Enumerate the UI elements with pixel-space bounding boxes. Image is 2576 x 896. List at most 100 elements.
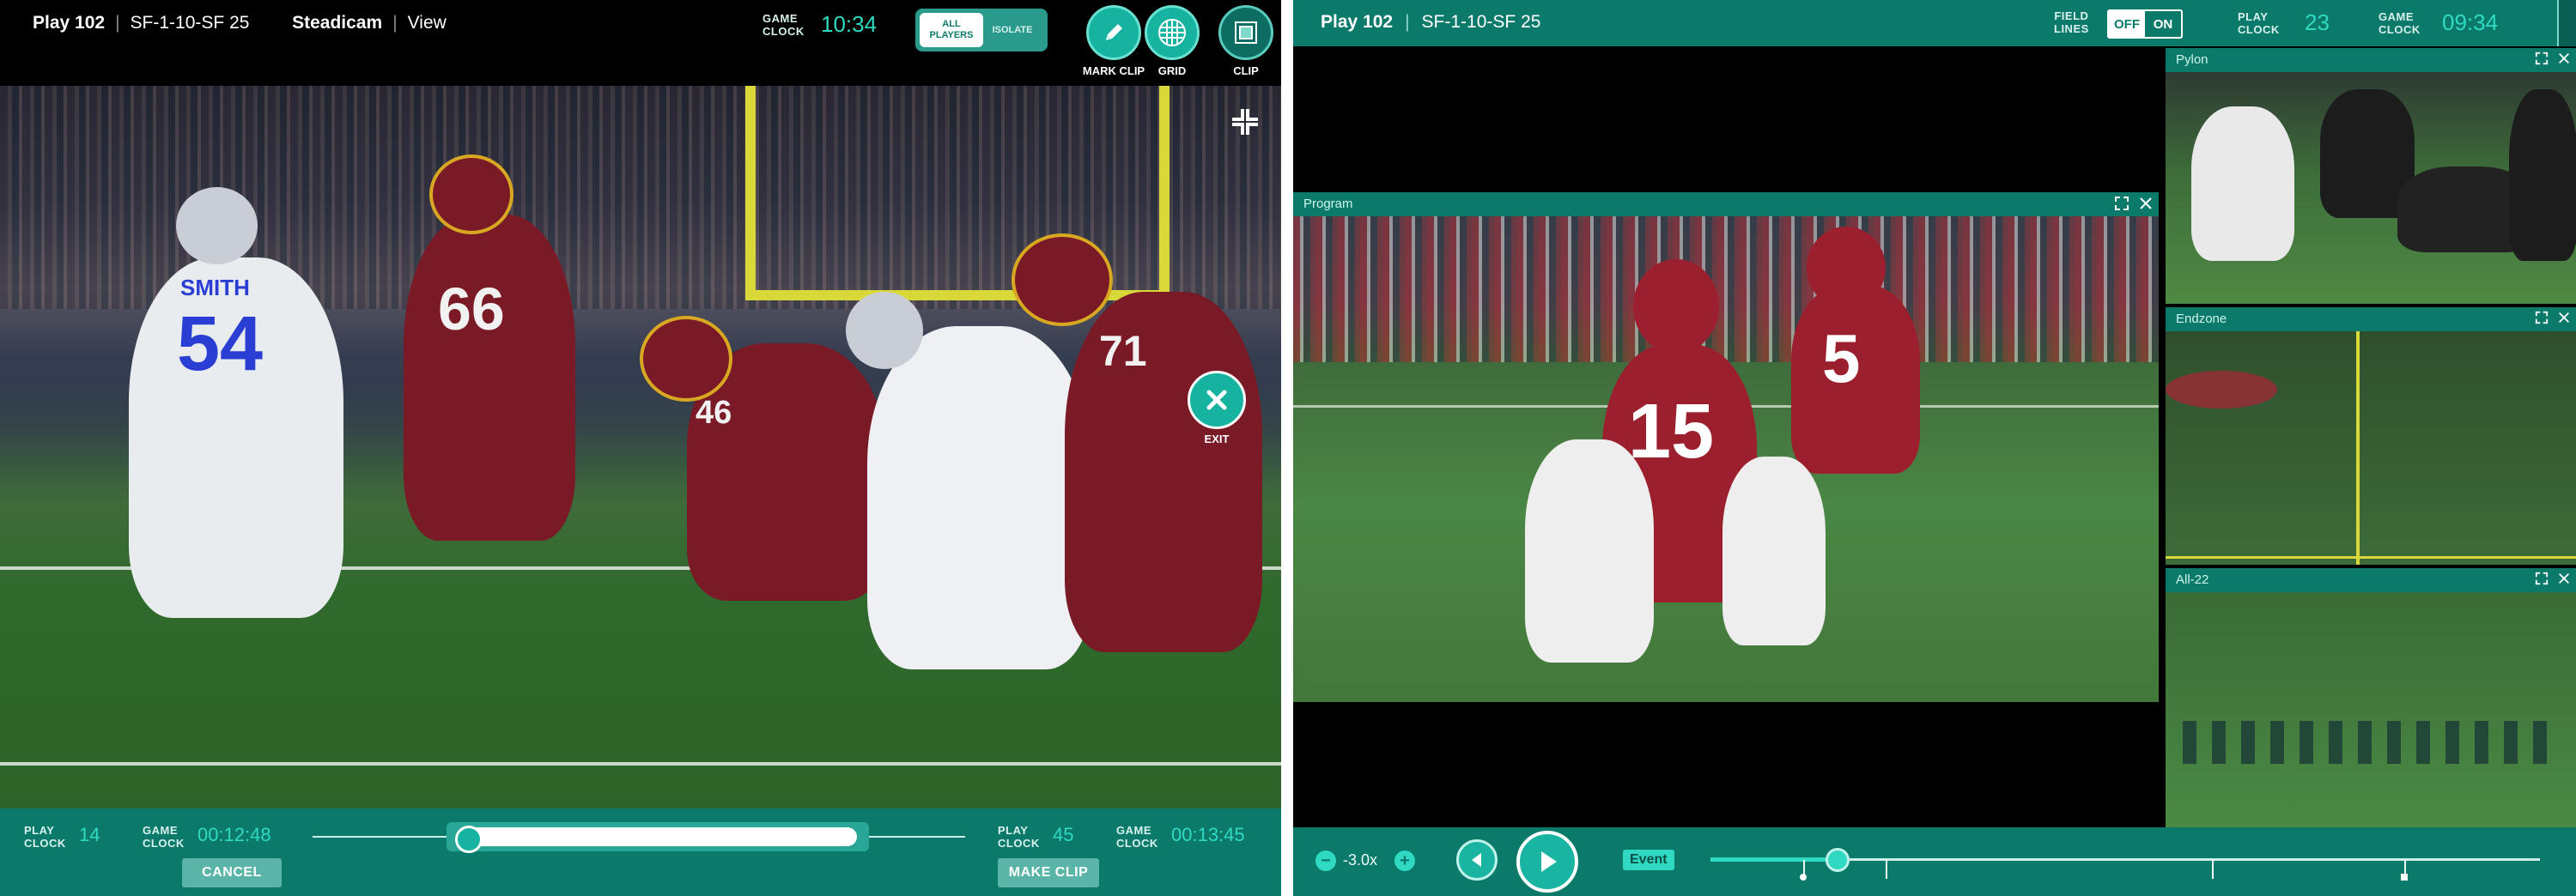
game-clock-value: 10:34 xyxy=(821,11,878,37)
step-back-button[interactable] xyxy=(1456,839,1498,881)
clip-trim-bar: PLAY CLOCK 14 GAME CLOCK 00:12:48 PLAY CLOC… xyxy=(0,808,1281,896)
field-lines-off-option[interactable]: OFF xyxy=(2109,11,2145,37)
timeline-marker[interactable] xyxy=(2212,860,2214,879)
expand-icon[interactable] xyxy=(2535,311,2549,324)
start-play-clock-value: 14 xyxy=(79,824,100,845)
camera-separator: | xyxy=(392,13,398,33)
player xyxy=(2191,106,2294,261)
play-title: Play 102 | SF-1-10-SF 25 Steadicam | View xyxy=(33,13,447,33)
all22-pane-title: All-22 xyxy=(2176,572,2209,587)
all-players-option[interactable]: ALL PLAYERS xyxy=(920,13,983,47)
play-number: Play 102 xyxy=(33,13,106,33)
player-alabama-5: 5 xyxy=(1791,285,1920,474)
isolate-option[interactable]: ISOLATE xyxy=(981,13,1044,47)
collapse-fullscreen-icon[interactable] xyxy=(1230,106,1261,137)
player-legs xyxy=(1722,457,1826,645)
playback-controls: − -3.0x + Event xyxy=(1293,827,2576,896)
play-number: Play 102 xyxy=(1321,12,1394,32)
side-drawer-handle[interactable] xyxy=(2557,0,2576,46)
playback-progress xyxy=(1710,857,1838,862)
play-situation: SF-1-10-SF 25 xyxy=(130,13,250,33)
close-icon[interactable] xyxy=(2557,311,2571,324)
mark-clip-button[interactable]: MARK CLIP xyxy=(1082,5,1145,77)
play-situation: SF-1-10-SF 25 xyxy=(1421,12,1541,32)
clip-editor-panel: Play 102 | SF-1-10-SF 25 Steadicam | View GA… xyxy=(0,0,1281,896)
end-game-clock-caption: GAME CLOCK xyxy=(1116,824,1158,850)
close-icon[interactable] xyxy=(2138,196,2154,211)
player-helmet xyxy=(1012,233,1113,326)
field-lines-caption: FIELD LINES xyxy=(2054,9,2089,35)
field-yard-line xyxy=(0,762,1281,766)
rewind-icon xyxy=(1472,853,1481,867)
close-icon[interactable] xyxy=(2557,51,2571,65)
expand-icon[interactable] xyxy=(2535,51,2549,65)
pylon-pane-title: Pylon xyxy=(2176,52,2208,67)
expand-icon[interactable] xyxy=(2114,196,2129,211)
clip-range-fill xyxy=(459,827,857,846)
expand-icon[interactable] xyxy=(2535,572,2549,585)
title-separator: | xyxy=(115,13,120,33)
start-game-clock-value: 00:12:48 xyxy=(197,824,271,845)
speed-decrease-button[interactable]: − xyxy=(1315,851,1336,871)
player-helmet xyxy=(176,187,258,264)
pencil-icon xyxy=(1086,5,1141,60)
exit-button[interactable]: EXIT xyxy=(1185,371,1249,445)
field-lines-toggle[interactable]: OFF ON xyxy=(2107,9,2183,39)
game-clock-value: 09:34 xyxy=(2442,9,2499,35)
play-clock-caption: PLAY CLOCK xyxy=(2238,10,2280,36)
clip-start-handle[interactable] xyxy=(455,826,483,853)
event-filter-button[interactable]: Event xyxy=(1623,850,1674,870)
program-video[interactable]: 15 5 xyxy=(1293,216,2159,702)
clip-icon xyxy=(1218,5,1273,60)
player-washington-66: 66 xyxy=(404,215,575,541)
steadicam-video[interactable]: SMITH 54 66 46 71 EXIT xyxy=(0,86,1281,808)
grid-button[interactable]: GRID xyxy=(1140,5,1204,77)
clip-editor-header: Play 102 | SF-1-10-SF 25 Steadicam | View GA… xyxy=(0,0,1281,86)
pylon-pane-header: Pylon xyxy=(2166,48,2576,72)
first-down-line xyxy=(2356,331,2360,565)
player-helmet xyxy=(846,292,923,369)
panel-divider xyxy=(1281,0,1293,896)
play-icon xyxy=(1541,851,1557,872)
timeline-marker-dot xyxy=(1800,874,1807,881)
multiview-header: Play 102 | SF-1-10-SF 25 FIELD LINES OFF ON… xyxy=(1293,0,2576,46)
player xyxy=(2509,89,2576,261)
play-button[interactable] xyxy=(1516,831,1578,893)
lineup-players xyxy=(2183,721,2561,764)
camera-name: Steadicam xyxy=(292,13,383,33)
play-clock-value: 23 xyxy=(2305,9,2330,35)
player-legs xyxy=(1525,439,1654,663)
player-helmet xyxy=(640,316,732,402)
timeline-marker-dot xyxy=(2401,874,2408,881)
stadium-crowd xyxy=(1293,216,2159,362)
all22-pane-header: All-22 xyxy=(2166,568,2576,592)
all22-video[interactable] xyxy=(2166,592,2576,827)
close-icon xyxy=(1188,371,1246,429)
playback-scrubber[interactable] xyxy=(1826,848,1850,872)
game-clock-caption: GAME CLOCK xyxy=(762,12,805,38)
timeline-marker[interactable] xyxy=(1886,860,1887,879)
clip-button[interactable]: CLIP xyxy=(1214,5,1278,77)
end-play-clock-caption: PLAY CLOCK xyxy=(998,824,1040,850)
cancel-button[interactable]: CANCEL xyxy=(182,858,282,887)
grid-icon xyxy=(1145,5,1200,60)
speed-increase-button[interactable]: + xyxy=(1394,851,1415,871)
player-helmet xyxy=(1633,259,1719,354)
make-clip-button[interactable]: MAKE CLIP xyxy=(998,858,1099,887)
program-pane-title: Program xyxy=(1303,197,1353,211)
player-helmet xyxy=(429,154,513,234)
pylon-video[interactable] xyxy=(2166,72,2576,304)
multiview-panel: Play 102 | SF-1-10-SF 25 FIELD LINES OFF ON… xyxy=(1293,0,2576,896)
program-pane-header: Program xyxy=(1293,192,2159,216)
field-lines-on-option[interactable]: ON xyxy=(2145,11,2181,37)
player-washington-71: 71 xyxy=(1065,292,1262,652)
start-game-clock-caption: GAME CLOCK xyxy=(143,824,185,850)
end-play-clock-value: 45 xyxy=(1053,824,1074,845)
endzone-pane-header: Endzone xyxy=(2166,307,2576,331)
view-link[interactable]: View xyxy=(408,13,447,33)
player-dallas-defender xyxy=(867,326,1091,669)
title-separator: | xyxy=(1405,12,1410,32)
close-icon[interactable] xyxy=(2557,572,2571,585)
clip-range-selector[interactable] xyxy=(447,822,869,853)
endzone-video[interactable] xyxy=(2166,331,2576,565)
